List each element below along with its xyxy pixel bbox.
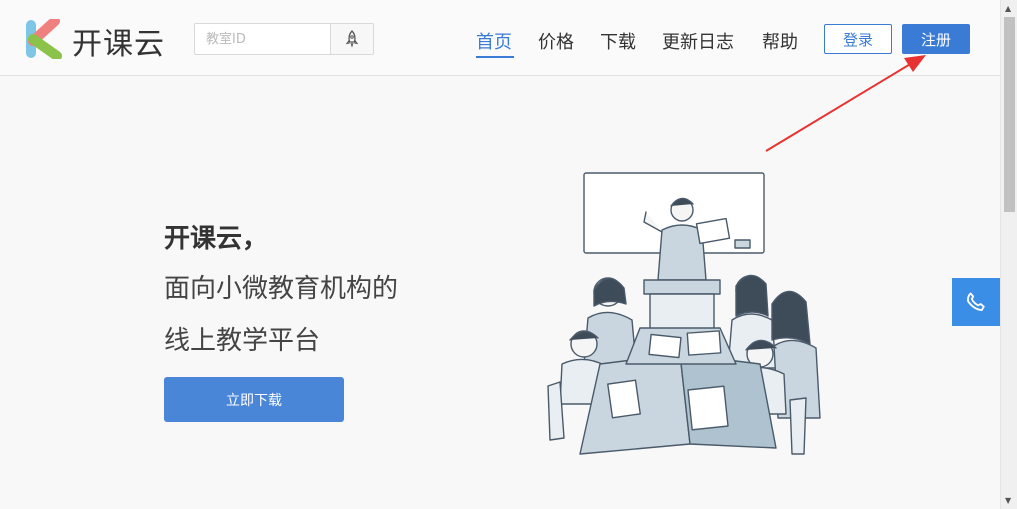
login-button[interactable]: 登录 [824,24,892,54]
classroom-illustration [547,172,821,455]
scroll-down-arrow-icon[interactable]: ▼ [1005,496,1011,505]
brand-name[interactable]: 开课云 [72,19,165,63]
annotation-arrow [765,55,926,152]
rocket-icon [345,30,359,48]
register-button[interactable]: 注册 [902,24,970,54]
search-go-button[interactable] [330,24,373,54]
hero-title: 开课云， [164,224,269,254]
vertical-scrollbar[interactable]: ▲ ▼ [1000,0,1017,509]
nav-active-indicator [476,56,514,58]
download-now-button[interactable]: 立即下载 [164,377,344,422]
scroll-up-arrow-icon[interactable]: ▲ [1005,4,1011,13]
nav-pricing[interactable]: 价格 [538,28,574,54]
nav-download[interactable]: 下载 [600,28,636,54]
classroom-search [194,23,374,55]
contact-phone-button[interactable] [952,278,1000,326]
nav-changelog[interactable]: 更新日志 [662,28,734,54]
nav-home[interactable]: 首页 [476,28,512,54]
brand-logo-icon[interactable] [25,19,65,59]
scroll-thumb[interactable] [1004,17,1015,212]
phone-icon [967,292,985,311]
classroom-id-input[interactable] [195,24,331,54]
nav-help[interactable]: 帮助 [762,28,798,54]
top-header: 开课云 首页 价格 下载 更新日志 帮助 登录 注册 [0,0,1000,76]
hero-subtitle-line1: 面向小微教育机构的 [164,274,399,304]
hero-subtitle-line2: 线上教学平台 [164,326,321,356]
